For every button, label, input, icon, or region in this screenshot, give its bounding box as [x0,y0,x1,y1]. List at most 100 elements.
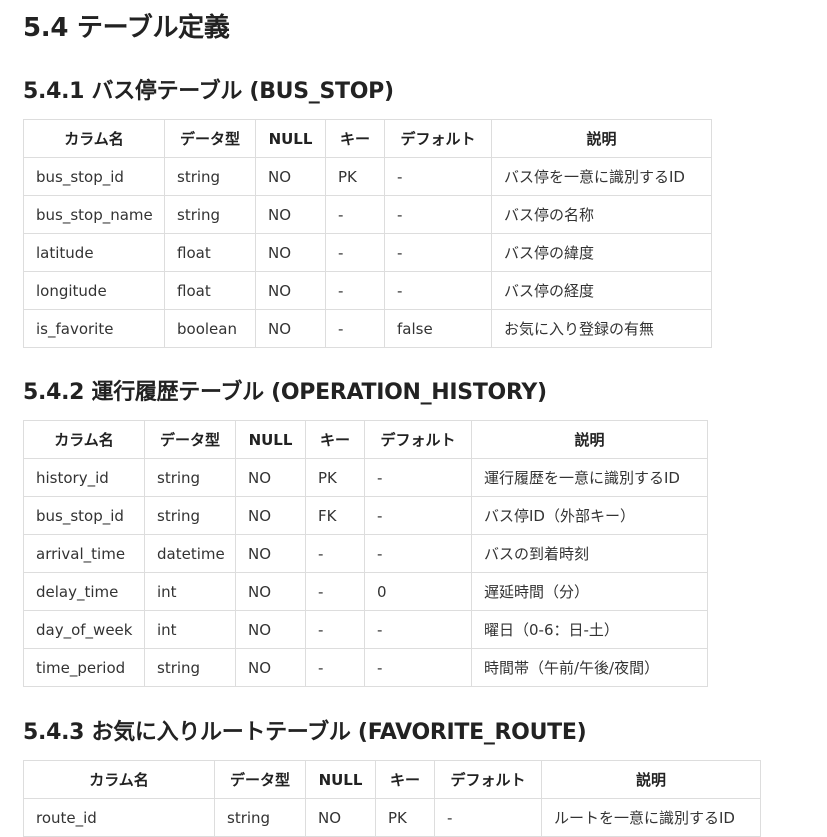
table-cell: NO [235,572,306,611]
column-header: 説明 [541,760,761,799]
table-cell: バス停ID（外部キー） [471,496,708,535]
table-cell: PK [375,798,435,837]
table-cell: time_period [23,648,145,687]
table-row: delay_time int NO - 0 遅延時間（分） [23,572,708,611]
table-cell: バス停を一意に識別するID [491,157,712,196]
section-heading-operation-history: 5.4.2 運行履歴テーブル (OPERATION_HISTORY) [23,380,547,405]
table-cell: バス停の経度 [491,271,712,310]
table-favorite-route: カラム名 データ型 NULL キー デフォルト 説明 route_id stri… [23,760,761,837]
column-header: データ型 [144,420,236,459]
table-cell: string [164,157,256,196]
table-cell: NO [255,271,326,310]
table-cell: 曜日（0-6：日-土） [471,610,708,649]
table-cell: - [434,798,542,837]
table-cell: NO [255,233,326,272]
table-row: is_favorite boolean NO - false お気に入り登録の有… [23,309,712,348]
column-header: デフォルト [364,420,472,459]
table-row: history_id string NO PK - 運行履歴を一意に識別するID [23,458,708,497]
table-cell: NO [255,195,326,234]
table-cell: arrival_time [23,534,145,573]
table-cell: day_of_week [23,610,145,649]
table-cell: 時間帯（午前/午後/夜間） [471,648,708,687]
column-header: カラム名 [23,760,215,799]
table-cell: string [164,195,256,234]
table-cell: NO [235,534,306,573]
table-row: route_id string NO PK - ルートを一意に識別するID [23,798,761,837]
table-cell: バスの到着時刻 [471,534,708,573]
table-cell: NO [235,496,306,535]
table-cell: - [364,534,472,573]
table-cell: string [144,496,236,535]
table-cell: - [384,233,492,272]
table-cell: int [144,572,236,611]
table-cell: - [384,271,492,310]
table-cell: - [364,496,472,535]
column-header: データ型 [214,760,306,799]
column-header: NULL [305,760,376,799]
column-header: カラム名 [23,119,165,158]
table-cell: NO [235,610,306,649]
table-cell: バス停の緯度 [491,233,712,272]
table-cell: 0 [364,572,472,611]
table-cell: - [364,648,472,687]
column-header: キー [375,760,435,799]
table-cell: バス停の名称 [491,195,712,234]
table-cell: - [364,610,472,649]
table-cell: - [364,458,472,497]
table-cell: bus_stop_id [23,496,145,535]
table-cell: - [325,309,385,348]
column-header: デフォルト [384,119,492,158]
table-header-row: カラム名 データ型 NULL キー デフォルト 説明 [23,420,708,459]
table-cell: - [305,534,365,573]
table-cell: - [384,157,492,196]
column-header: 説明 [471,420,708,459]
table-row: time_period string NO - - 時間帯（午前/午後/夜間） [23,648,708,687]
table-cell: float [164,233,256,272]
table-row: arrival_time datetime NO - - バスの到着時刻 [23,534,708,573]
table-cell: - [305,610,365,649]
table-cell: FK [305,496,365,535]
table-cell: - [325,271,385,310]
table-cell: - [325,195,385,234]
table-row: day_of_week int NO - - 曜日（0-6：日-土） [23,610,708,649]
table-cell: datetime [144,534,236,573]
column-header: デフォルト [434,760,542,799]
column-header: キー [305,420,365,459]
column-header: NULL [255,119,326,158]
section-heading-favorite-route: 5.4.3 お気に入りルートテーブル (FAVORITE_ROUTE) [23,720,587,745]
table-operation-history: カラム名 データ型 NULL キー デフォルト 説明 history_id st… [23,420,708,687]
table-cell: longitude [23,271,165,310]
table-header-row: カラム名 データ型 NULL キー デフォルト 説明 [23,119,712,158]
column-header: データ型 [164,119,256,158]
table-cell: - [325,233,385,272]
table-cell: float [164,271,256,310]
table-cell: delay_time [23,572,145,611]
table-cell: string [214,798,306,837]
column-header: NULL [235,420,306,459]
table-row: longitude float NO - - バス停の経度 [23,271,712,310]
table-cell: bus_stop_name [23,195,165,234]
table-row: bus_stop_id string NO FK - バス停ID（外部キー） [23,496,708,535]
table-cell: 遅延時間（分） [471,572,708,611]
table-cell: PK [305,458,365,497]
table-cell: - [384,195,492,234]
table-cell: latitude [23,233,165,272]
table-cell: NO [255,309,326,348]
table-cell: bus_stop_id [23,157,165,196]
table-cell: 運行履歴を一意に識別するID [471,458,708,497]
table-cell: NO [255,157,326,196]
table-cell: history_id [23,458,145,497]
table-cell: お気に入り登録の有無 [491,309,712,348]
table-bus-stop: カラム名 データ型 NULL キー デフォルト 説明 bus_stop_id s… [23,119,712,348]
page-title: 5.4 テーブル定義 [23,13,230,43]
table-cell: int [144,610,236,649]
table-cell: is_favorite [23,309,165,348]
table-cell: - [305,648,365,687]
table-cell: PK [325,157,385,196]
table-cell: NO [235,648,306,687]
table-cell: route_id [23,798,215,837]
table-cell: NO [305,798,376,837]
table-header-row: カラム名 データ型 NULL キー デフォルト 説明 [23,760,761,799]
column-header: キー [325,119,385,158]
table-row: bus_stop_id string NO PK - バス停を一意に識別するID [23,157,712,196]
